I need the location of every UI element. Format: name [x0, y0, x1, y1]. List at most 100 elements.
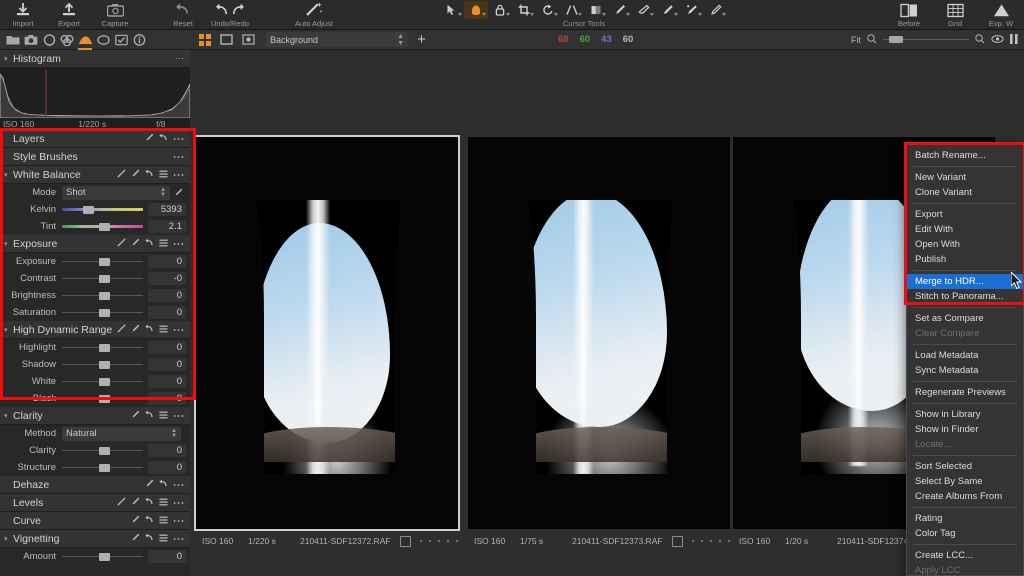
menu-item-sync-metadata[interactable]: Sync Metadata: [907, 363, 1023, 378]
chevron-down-icon[interactable]: ▾: [4, 535, 13, 543]
sec-reset-icon[interactable]: [159, 133, 168, 144]
preset-icon[interactable]: [159, 325, 168, 335]
pointer-tool[interactable]: [440, 1, 464, 19]
zoom-slider[interactable]: [883, 33, 969, 46]
toolbar-auto-adjust-button[interactable]: Auto Adjust: [290, 0, 338, 29]
sec-reset-icon[interactable]: [145, 238, 154, 249]
mask-icon[interactable]: [117, 497, 126, 508]
more-icon[interactable]: ⋯: [175, 54, 184, 63]
single-view-icon[interactable]: [218, 32, 235, 47]
preset-icon[interactable]: [159, 534, 168, 544]
mask-icon[interactable]: [117, 169, 126, 180]
preset-icon[interactable]: [159, 516, 168, 526]
slider-kelvin[interactable]: [62, 203, 143, 217]
menu-item-show-in-library[interactable]: Show in Library: [907, 407, 1023, 422]
context-menu[interactable]: Batch Rename... New Variant Clone Variant E…: [906, 143, 1024, 576]
zoom-out-icon[interactable]: [867, 31, 877, 49]
sec-reset-icon[interactable]: [145, 324, 154, 335]
menu-item-edit-with[interactable]: Edit With: [907, 222, 1023, 237]
slider-amount[interactable]: [62, 550, 143, 564]
tool-panel[interactable]: ▾ Histogram ⋯ ISO 160 1/220 s f/8 Layers…: [0, 50, 190, 576]
tool-tab-details[interactable]: [94, 31, 112, 49]
slider-value-shadow[interactable]: 0: [148, 358, 186, 371]
toolbar-exp-w-button[interactable]: Exp. W: [978, 0, 1024, 30]
mask-icon[interactable]: [117, 324, 126, 335]
toolbar-import-button[interactable]: Import: [0, 0, 46, 29]
chevron-down-icon[interactable]: ▾: [4, 240, 13, 248]
thumbnail-1[interactable]: ISO 160 1/75 s 210411-SDF12373.RAF: [468, 137, 730, 547]
thumbnail-0[interactable]: ISO 160 1/220 s 210411-SDF12372.RAF: [194, 135, 460, 547]
more-icon[interactable]: [173, 480, 184, 489]
menu-item-export[interactable]: Export: [907, 207, 1023, 222]
slider-value-kelvin[interactable]: 5393: [148, 203, 186, 216]
clone-brush-tool[interactable]: [680, 1, 704, 19]
heal-brush-tool[interactable]: [656, 1, 680, 19]
sec-reset-icon[interactable]: [159, 479, 168, 490]
section-header-high-dynamic-range[interactable]: ▾ High Dynamic Range: [0, 321, 190, 339]
select-method[interactable]: Natural ▲ ▼: [62, 426, 181, 441]
thumb-rating-stars[interactable]: [692, 540, 730, 542]
fit-label[interactable]: Fit: [851, 35, 861, 45]
sec-reset-icon[interactable]: [145, 533, 154, 544]
background-select[interactable]: Background ▲ ▼: [266, 32, 408, 47]
menu-item-create-lcc[interactable]: Create LCC...: [907, 548, 1023, 563]
more-icon[interactable]: [173, 134, 184, 143]
rotate-tool[interactable]: [536, 1, 560, 19]
slider-value-clarity[interactable]: 0: [148, 444, 186, 457]
section-header-clarity[interactable]: ▾ Clarity: [0, 407, 190, 425]
slider-value-tint[interactable]: 2.1: [148, 220, 186, 233]
tool-tab-exposure[interactable]: [76, 31, 94, 50]
slider-value-exposure[interactable]: 0: [148, 255, 186, 268]
menu-item-new-variant[interactable]: New Variant: [907, 170, 1023, 185]
pause-icon[interactable]: [1010, 31, 1018, 49]
menu-item-set-as-compare[interactable]: Set as Compare: [907, 311, 1023, 326]
sec-reset-icon[interactable]: [145, 515, 154, 526]
slider-structure[interactable]: [62, 461, 143, 475]
menu-item-open-with[interactable]: Open With: [907, 237, 1023, 252]
picker-icon[interactable]: [145, 479, 154, 490]
pan-tool[interactable]: [464, 1, 488, 19]
sec-reset-icon[interactable]: [145, 169, 154, 180]
slider-value-brightness[interactable]: 0: [148, 289, 186, 302]
slider-highlight[interactable]: [62, 341, 143, 355]
preset-icon[interactable]: [159, 170, 168, 180]
more-icon[interactable]: [173, 411, 184, 420]
image-viewer[interactable]: ISO 160 1/220 s 210411-SDF12372.RAF ISO 160…: [190, 50, 1024, 576]
menu-item-color-tag[interactable]: Color Tag: [907, 526, 1023, 541]
picker-icon[interactable]: [131, 410, 140, 421]
picker-icon[interactable]: [131, 169, 140, 180]
thumb-color-tag-box[interactable]: [672, 535, 683, 547]
picker-icon[interactable]: [131, 238, 140, 249]
zoom-in-icon[interactable]: [975, 31, 985, 49]
slider-brightness[interactable]: [62, 289, 143, 303]
toolbar-export-button[interactable]: Export: [46, 0, 92, 29]
slider-exposure[interactable]: [62, 255, 143, 269]
add-view-button[interactable]: +: [413, 32, 430, 47]
more-icon[interactable]: [173, 152, 184, 161]
slider-shadow[interactable]: [62, 358, 143, 372]
menu-item-rating[interactable]: Rating: [907, 511, 1023, 526]
toolbar-before-button[interactable]: Before: [886, 0, 932, 30]
picker-icon[interactable]: [131, 497, 140, 508]
preset-icon[interactable]: [159, 239, 168, 249]
more-icon[interactable]: [173, 325, 184, 334]
slider-value-white[interactable]: 0: [148, 375, 186, 388]
section-header-layers[interactable]: Layers: [0, 130, 190, 148]
chevron-down-icon[interactable]: ▾: [4, 326, 13, 334]
eraser-tool[interactable]: [632, 1, 656, 19]
tool-tab-metadata[interactable]: [130, 31, 148, 49]
spot-removal-tool[interactable]: [704, 1, 728, 19]
section-header-vignetting[interactable]: ▾ Vignetting: [0, 530, 190, 548]
chevron-down-icon[interactable]: ▾: [4, 171, 13, 179]
menu-item-create-albums-from[interactable]: Create Albums From: [907, 489, 1023, 504]
section-header-exposure[interactable]: ▾ Exposure: [0, 235, 190, 253]
section-header-levels[interactable]: Levels: [0, 494, 190, 512]
section-header-white-balance[interactable]: ▾ White Balance: [0, 166, 190, 184]
crop-lock-tool[interactable]: [488, 1, 512, 19]
menu-item-load-metadata[interactable]: Load Metadata: [907, 348, 1023, 363]
tool-tab-adjustments[interactable]: [112, 31, 130, 49]
tool-tab-library[interactable]: [4, 31, 22, 49]
more-icon[interactable]: [173, 534, 184, 543]
sec-reset-icon[interactable]: [145, 497, 154, 508]
picker-icon[interactable]: [145, 133, 154, 144]
